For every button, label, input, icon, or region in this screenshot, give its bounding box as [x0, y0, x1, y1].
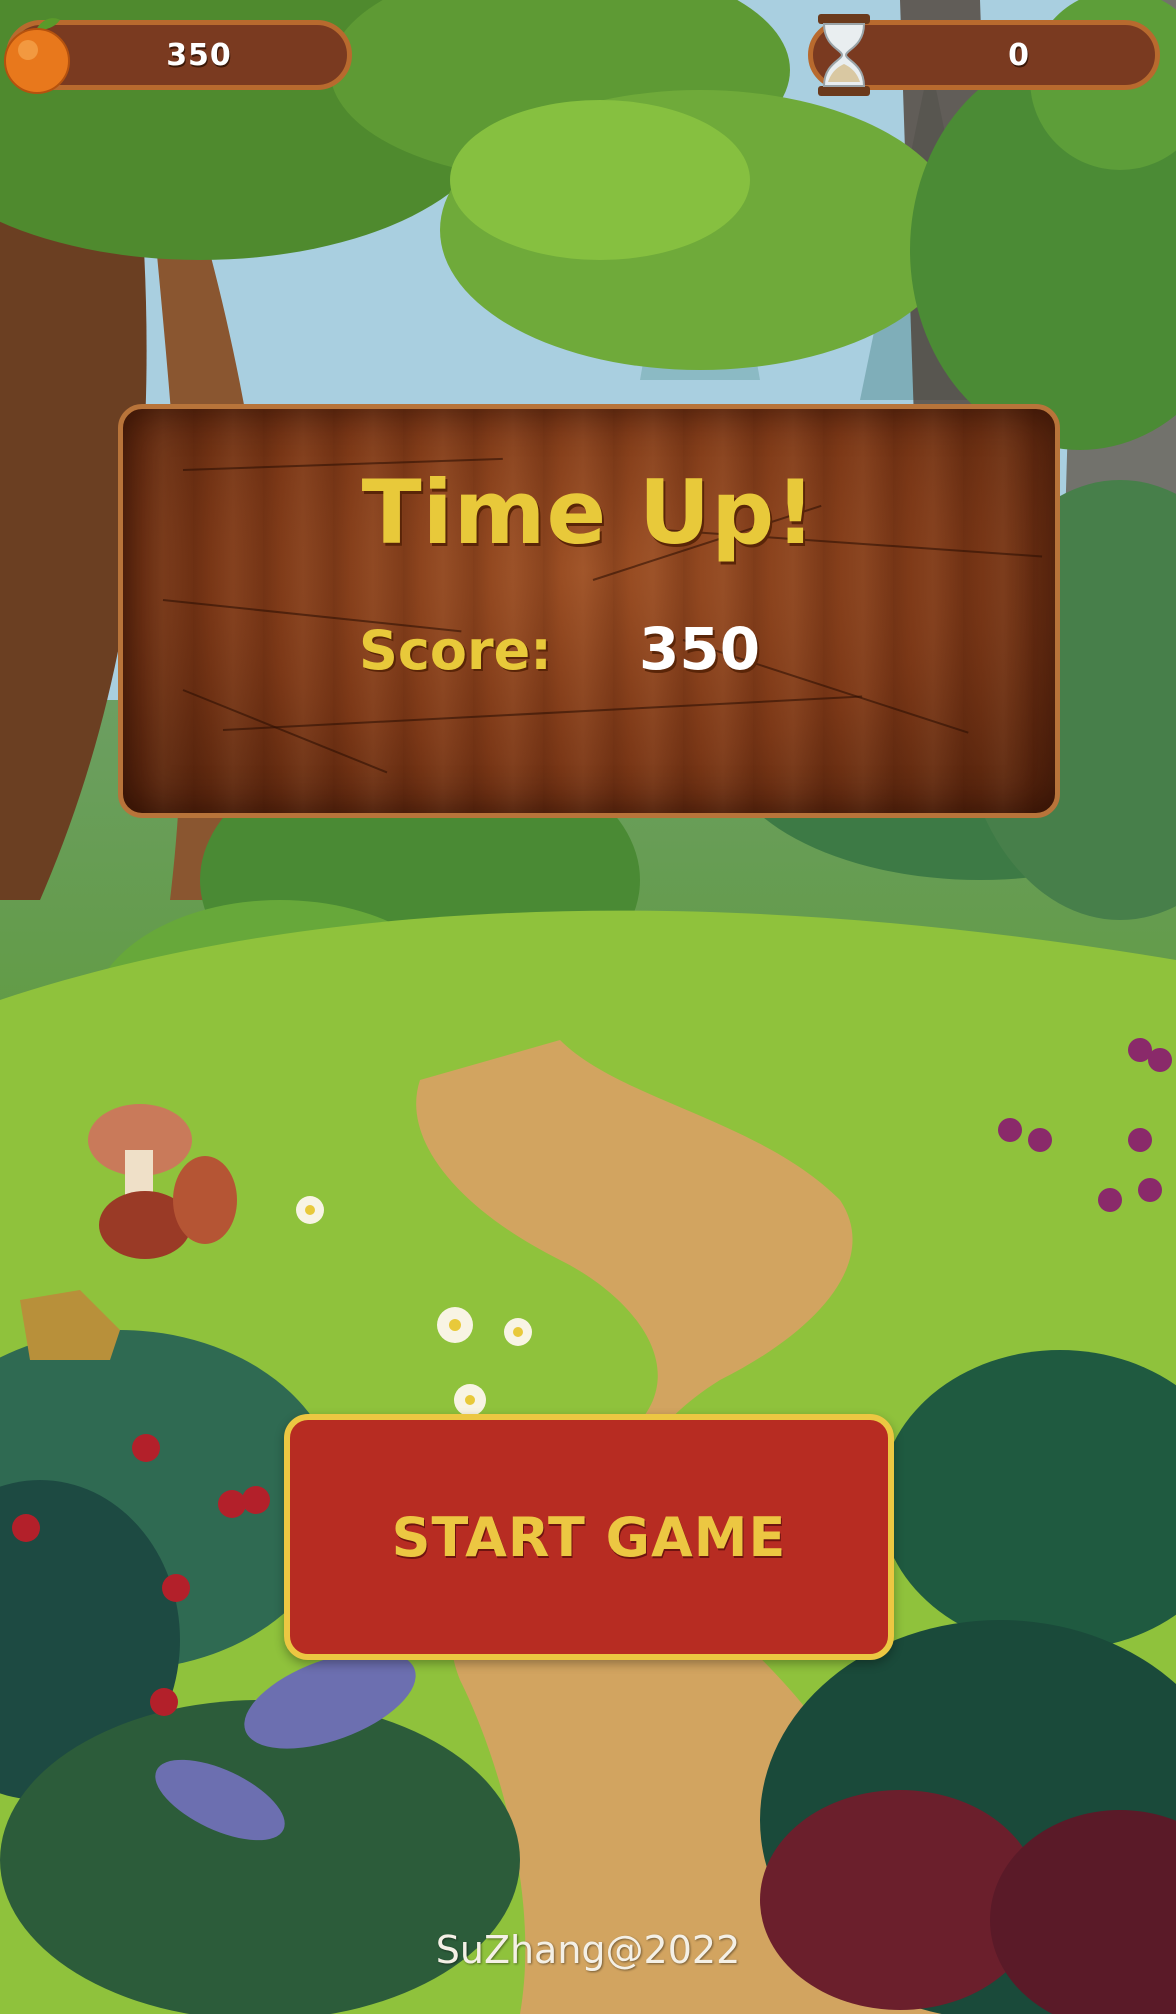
- orange-icon: [4, 18, 70, 94]
- start-game-label: START GAME: [391, 1505, 787, 1569]
- timer-value: 0: [1008, 37, 1030, 73]
- result-panel: Time Up! Score: 350: [118, 404, 1060, 818]
- footer-credit: SuZhang@2022: [435, 1928, 741, 1972]
- time-up-title: Time Up!: [361, 461, 817, 564]
- start-game-button[interactable]: START GAME: [284, 1414, 894, 1660]
- fruit-score-value: 350: [166, 37, 232, 73]
- forest-background: [0, 0, 1176, 2014]
- hourglass-icon: [818, 14, 870, 96]
- final-score-value: 350: [639, 615, 761, 683]
- score-label: Score:: [359, 619, 552, 682]
